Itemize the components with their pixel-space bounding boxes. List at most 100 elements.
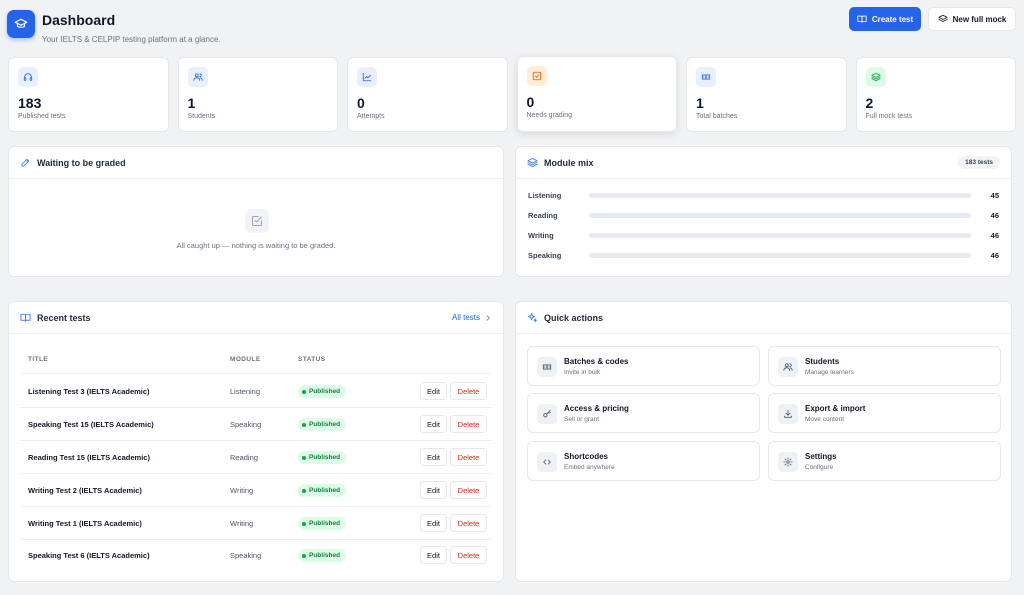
- stat-label: Needs grading: [526, 112, 573, 119]
- pencil-icon: [20, 157, 31, 168]
- module-bar: [589, 232, 971, 238]
- all-tests-link[interactable]: All tests: [452, 313, 492, 322]
- code-icon: [542, 457, 552, 467]
- ticket-icon: [701, 72, 711, 82]
- stat-label: Published tests: [18, 113, 66, 120]
- stat-card-needs-grading: 0 Needs grading: [516, 56, 677, 132]
- delete-button[interactable]: Delete: [450, 546, 487, 564]
- stat-icon-box: [526, 66, 547, 86]
- delete-button[interactable]: Delete: [450, 481, 487, 499]
- module-mix-header: Module mix 183 tests: [516, 147, 1011, 179]
- module-row-speaking: Speaking 46: [528, 249, 999, 261]
- table-row: Writing Test 1 (IELTS Academic) Writing …: [20, 507, 492, 540]
- module-count: 45: [990, 190, 999, 200]
- test-module: Speaking: [230, 551, 262, 560]
- new-full-mock-button[interactable]: New full mock: [928, 7, 1016, 31]
- quick-action-access-pricing[interactable]: Access & pricing Sell or grant: [527, 393, 760, 433]
- table-row: Speaking Test 15 (IELTS Academic) Speaki…: [20, 408, 492, 441]
- stat-label: Attempts: [357, 113, 385, 120]
- page-header: Dashboard Your IELTS & CELPIP testing pl…: [7, 7, 1016, 46]
- edit-button[interactable]: Edit: [420, 415, 447, 433]
- waiting-panel: Waiting to be graded All caught up — not…: [8, 146, 504, 277]
- module-bar: [589, 212, 971, 218]
- quick-actions-title: Quick actions: [544, 312, 604, 323]
- quick-action-subtitle: Invite in bulk: [564, 369, 601, 376]
- quick-action-subtitle: Embed anywhere: [564, 464, 615, 471]
- quick-action-export-import[interactable]: Export & import Move content: [768, 393, 1001, 433]
- delete-button[interactable]: Delete: [450, 382, 487, 400]
- stat-value: 1: [696, 95, 704, 111]
- module-name: Listening: [528, 190, 562, 200]
- status-badge: Published: [298, 517, 347, 530]
- status-dot: [302, 521, 306, 526]
- check-square-icon: [251, 215, 263, 227]
- module-row-reading: Reading 46: [528, 209, 999, 221]
- quick-action-icon-box: [537, 357, 557, 377]
- new-full-mock-label: New full mock: [952, 14, 1007, 24]
- layers-icon: [527, 157, 538, 168]
- stat-icon-box: [187, 67, 208, 87]
- key-icon: [542, 409, 552, 419]
- stat-label: Students: [187, 113, 216, 120]
- test-module: Reading: [230, 453, 258, 462]
- tests-count-badge: 183 tests: [958, 156, 1000, 169]
- empty-state-text: All caught up — nothing is waiting to be…: [176, 241, 336, 250]
- layers-icon: [870, 72, 881, 82]
- stat-value: 0: [357, 95, 365, 111]
- stat-value: 0: [526, 94, 535, 110]
- recent-tests-header: Recent tests All tests: [9, 302, 503, 334]
- edit-button[interactable]: Edit: [420, 546, 447, 564]
- users-icon: [192, 72, 203, 82]
- graduation-cap-logo: [7, 10, 35, 38]
- status-text: Published: [309, 552, 341, 559]
- stat-card-total-batches: 1 Total batches: [686, 57, 847, 132]
- stat-value: 183: [18, 95, 42, 111]
- quick-action-icon-box: [778, 357, 798, 377]
- page-subtitle: Your IELTS & CELPIP testing platform at …: [42, 35, 221, 44]
- download-icon: [783, 409, 793, 419]
- chevron-right-icon: [484, 314, 492, 322]
- quick-action-shortcodes[interactable]: Shortcodes Embed anywhere: [527, 441, 760, 481]
- quick-action-students[interactable]: Students Manage learners: [768, 346, 1001, 386]
- quick-action-subtitle: Move content: [805, 416, 845, 423]
- status-badge: Published: [298, 549, 347, 562]
- table-row: Writing Test 2 (IELTS Academic) Writing …: [20, 474, 492, 507]
- stat-card-full-mock-tests: 2 Full mock tests: [855, 57, 1016, 132]
- test-module: Writing: [230, 486, 254, 495]
- quick-action-subtitle: Manage learners: [805, 369, 854, 376]
- quick-action-settings[interactable]: Settings Configure: [768, 441, 1001, 481]
- module-name: Speaking: [528, 250, 562, 260]
- test-title: Writing Test 1 (IELTS Academic): [28, 519, 142, 528]
- delete-button[interactable]: Delete: [450, 415, 487, 433]
- gear-icon: [783, 457, 793, 467]
- module-bar: [589, 252, 971, 258]
- edit-button[interactable]: Edit: [420, 382, 447, 400]
- quick-action-subtitle: Sell or grant: [564, 416, 600, 423]
- edit-button[interactable]: Edit: [420, 514, 447, 532]
- quick-action-title: Settings: [805, 452, 837, 461]
- status-dot: [302, 455, 306, 460]
- module-row-writing: Writing 46: [528, 229, 999, 241]
- sparkle-icon: [527, 312, 538, 323]
- book-icon: [857, 14, 867, 24]
- edit-button[interactable]: Edit: [420, 448, 447, 466]
- status-text: Published: [309, 454, 341, 461]
- quick-action-subtitle: Configure: [805, 464, 834, 471]
- status-dot: [302, 389, 306, 394]
- module-bar: [589, 192, 971, 198]
- create-test-button[interactable]: Create test: [849, 7, 921, 31]
- status-badge: Published: [298, 385, 347, 398]
- create-test-label: Create test: [871, 14, 914, 24]
- quick-action-batches[interactable]: Batches & codes Invite in bulk: [527, 346, 760, 386]
- status-text: Published: [309, 520, 341, 527]
- waiting-panel-header: Waiting to be graded: [9, 147, 503, 179]
- delete-button[interactable]: Delete: [450, 448, 487, 466]
- stat-card-published-tests: 183 Published tests: [8, 57, 169, 132]
- delete-button[interactable]: Delete: [450, 514, 487, 532]
- test-title: Listening Test 3 (IELTS Academic): [28, 387, 150, 396]
- quick-action-icon-box: [537, 404, 557, 424]
- edit-button[interactable]: Edit: [420, 481, 447, 499]
- stat-value: 2: [865, 95, 874, 111]
- stat-icon-box: [696, 67, 716, 87]
- stat-card-students: 1 Students: [177, 57, 338, 132]
